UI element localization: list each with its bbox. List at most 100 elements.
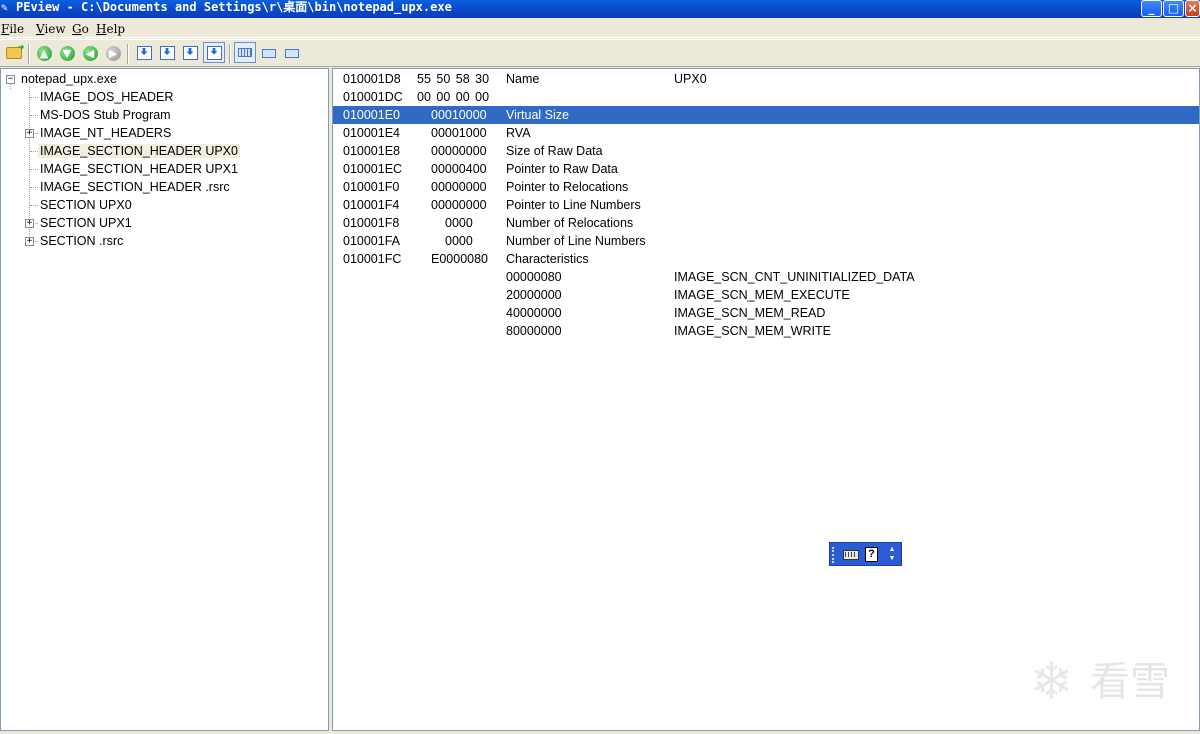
tree-item-section-header-upx1[interactable]: IMAGE_SECTION_HEADER UPX1 (38, 160, 240, 178)
tree-line (30, 97, 38, 98)
table-row[interactable]: 010001E8 00000000 Size of Raw Data (333, 142, 1199, 160)
table-row[interactable]: 010001FC E0000080 Characteristics (333, 250, 1199, 268)
value-cell: IMAGE_SCN_CNT_UNINITIALIZED_DATA (674, 270, 915, 284)
table-row[interactable]: 010001FA 0000 Number of Line Numbers (333, 232, 1199, 250)
help-icon[interactable]: ? (865, 547, 878, 562)
offset-cell: 010001D8 (343, 72, 401, 86)
menu-view-label: iew (44, 22, 66, 36)
save-down-button[interactable] (135, 44, 153, 62)
menu-file[interactable]: File (1, 22, 24, 36)
table-row[interactable]: 40000000 IMAGE_SCN_MEM_READ (333, 304, 1199, 322)
tree-item-image-dos-header[interactable]: IMAGE_DOS_HEADER (38, 88, 175, 106)
offset-cell: 010001E8 (343, 144, 401, 158)
maximize-icon: □ (1167, 1, 1180, 15)
tree-item-section-header-upx0[interactable]: IMAGE_SECTION_HEADER UPX0 (38, 142, 240, 160)
tree-expand-toggle[interactable]: + (25, 129, 34, 138)
menu-file-label: ile (9, 22, 25, 36)
table-row[interactable]: 010001E4 00001000 RVA (333, 124, 1199, 142)
tree-line (30, 115, 38, 116)
forward-button[interactable]: ▶ (104, 44, 122, 62)
offset-cell: 010001E4 (343, 126, 401, 140)
table-row[interactable]: 010001F0 00000000 Pointer to Relocations (333, 178, 1199, 196)
up-button[interactable]: ▲ (35, 44, 53, 62)
drag-handle[interactable] (832, 547, 834, 563)
tree-item-section-upx0[interactable]: SECTION UPX0 (38, 196, 134, 214)
menu-go[interactable]: Go (72, 22, 89, 36)
tree-item-root[interactable]: notepad_upx.exe (19, 70, 119, 88)
tree-item-label: IMAGE_SECTION_HEADER .rsrc (40, 180, 230, 194)
table-row[interactable]: 010001D8 55 50 58 30 Name UPX0 (333, 70, 1199, 88)
value-cell: IMAGE_SCN_MEM_EXECUTE (674, 288, 850, 302)
data-cell: 00010000 (431, 108, 487, 122)
close-button[interactable]: × (1185, 0, 1200, 17)
toolbar: ▲ ▼ ◀ ▶ (0, 39, 1200, 67)
close-icon: × (1187, 1, 1198, 15)
data-pane[interactable]: 010001D8 55 50 58 30 Name UPX0 010001DC … (332, 68, 1200, 731)
table-row[interactable]: 010001EC 00000400 Pointer to Raw Data (333, 160, 1199, 178)
description-cell: 40000000 (506, 306, 562, 320)
tree-line (30, 169, 38, 170)
menu-help-label: elp (106, 22, 126, 36)
tree-expand-toggle[interactable]: + (25, 219, 34, 228)
tree-item-label: MS-DOS Stub Program (40, 108, 171, 122)
table-row[interactable]: 010001F8 0000 Number of Relocations (333, 214, 1199, 232)
view-bytes-button[interactable] (234, 42, 256, 63)
view-word-icon (262, 48, 276, 58)
table-row[interactable]: 00000080 IMAGE_SCN_CNT_UNINITIALIZED_DAT… (333, 268, 1199, 286)
table-row[interactable]: 20000000 IMAGE_SCN_MEM_EXECUTE (333, 286, 1199, 304)
tree-item-section-upx1[interactable]: SECTION UPX1 (38, 214, 134, 232)
down-button[interactable]: ▼ (58, 44, 76, 62)
next-down-button[interactable] (181, 44, 199, 62)
data-cell: 55 50 58 30 (417, 72, 490, 86)
minimize-button[interactable]: _ (1141, 0, 1162, 17)
export-button[interactable] (158, 44, 176, 62)
title-bar[interactable]: ✎ PEview - C:\Documents and Settings\r\桌… (0, 0, 1200, 18)
tree-item-ms-dos-stub[interactable]: MS-DOS Stub Program (38, 106, 173, 124)
menu-help-accel: H (96, 22, 107, 36)
tree-line (30, 187, 38, 188)
minimize-icon: _ (1148, 1, 1155, 15)
offset-cell: 010001EC (343, 162, 403, 176)
view-word-button[interactable] (260, 44, 278, 62)
menu-help[interactable]: Help (96, 22, 125, 36)
ime-toolbar[interactable]: ? ▲ ▼ (829, 542, 902, 566)
tree-item-image-nt-headers[interactable]: IMAGE_NT_HEADERS (38, 124, 173, 142)
down-arrow-icon: ▼ (59, 45, 75, 61)
window-title: PEview - C:\Documents and Settings\r\桌面\… (16, 0, 452, 14)
table-row[interactable]: 80000000 IMAGE_SCN_MEM_WRITE (333, 322, 1199, 340)
download-button[interactable] (203, 42, 225, 63)
data-cell: E0000080 (431, 252, 489, 266)
tree-item-section-header-rsrc[interactable]: IMAGE_SECTION_HEADER .rsrc (38, 178, 232, 196)
value-cell: IMAGE_SCN_MEM_WRITE (674, 324, 831, 338)
tree-item-section-rsrc[interactable]: SECTION .rsrc (38, 232, 125, 250)
table-row[interactable]: 010001DC 00 00 00 00 (333, 88, 1199, 106)
tree-expand-toggle[interactable]: + (25, 237, 34, 246)
menu-view[interactable]: View (36, 22, 66, 36)
data-cell: 00000400 (431, 162, 487, 176)
offset-cell: 010001DC (343, 90, 403, 104)
tree-collapse-toggle[interactable]: − (6, 75, 15, 84)
options-arrow-icon[interactable]: ▲ ▼ (886, 545, 898, 563)
description-cell: Pointer to Raw Data (506, 162, 618, 176)
watermark-text: 看雪 (1090, 659, 1170, 705)
maximize-button[interactable]: □ (1163, 0, 1184, 17)
data-cell: 00000000 (431, 144, 487, 158)
snowflake-icon: ❄ (1030, 653, 1074, 711)
view-bytes-icon (238, 48, 252, 57)
wrench-icon: ✎ (1, 1, 8, 14)
data-cell: 0000 (445, 216, 473, 230)
table-row-selected[interactable]: 010001E0 00010000 Virtual Size (333, 106, 1199, 124)
view-dword-button[interactable] (283, 44, 301, 62)
tree-pane[interactable]: − notepad_upx.exe IMAGE_DOS_HEADER MS-DO… (0, 68, 329, 731)
table-row[interactable]: 010001F4 00000000 Pointer to Line Number… (333, 196, 1199, 214)
back-arrow-icon: ◀ (82, 45, 98, 61)
download-icon (206, 45, 222, 60)
back-button[interactable]: ◀ (81, 44, 99, 62)
tree-item-label: SECTION .rsrc (40, 234, 124, 248)
description-cell: 00000080 (506, 270, 562, 284)
keyboard-icon[interactable] (843, 550, 859, 560)
tree-item-label: IMAGE_DOS_HEADER (40, 90, 174, 104)
open-file-button[interactable] (5, 44, 23, 62)
description-cell: Name (506, 72, 540, 86)
toolbar-separator (28, 44, 30, 64)
